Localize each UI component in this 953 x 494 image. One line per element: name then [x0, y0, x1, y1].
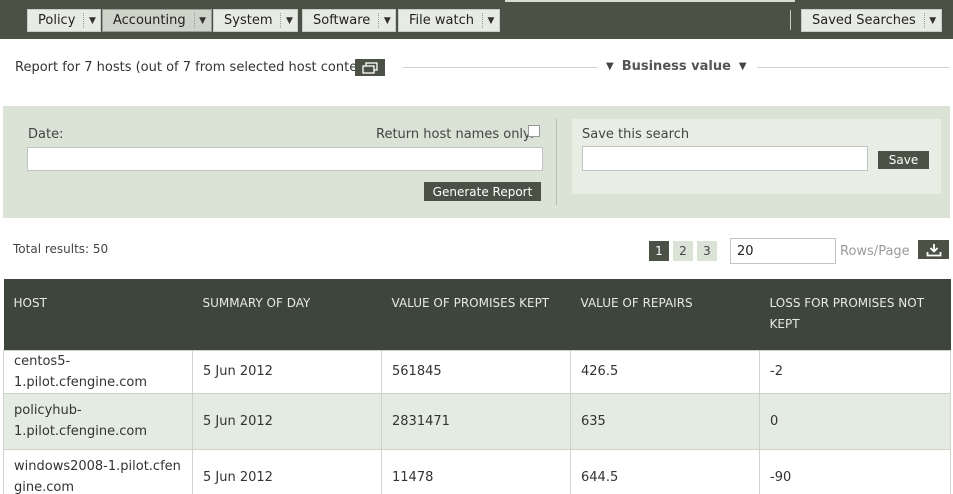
- save-search-input[interactable]: [582, 146, 868, 171]
- table-cell: 11478: [381, 448, 571, 494]
- nav-system-menu[interactable]: System ▼: [213, 9, 299, 32]
- column-header-value-repairs[interactable]: VALUE OF REPAIRS: [570, 279, 760, 350]
- nav-filewatch-menu[interactable]: File watch ▼: [398, 9, 500, 32]
- nav-system-label: System: [214, 13, 282, 28]
- chevron-down-icon[interactable]: ▼: [379, 16, 395, 26]
- table-cell: 0: [759, 392, 951, 450]
- table-cell: 644.5: [570, 448, 760, 494]
- chevron-down-icon[interactable]: ▼: [195, 16, 211, 26]
- page-3-button[interactable]: 3: [697, 241, 717, 261]
- save-search-label: Save this search: [582, 127, 690, 142]
- report-summary: Report for 7 hosts (out of 7 from select…: [15, 60, 375, 75]
- page-2-button[interactable]: 2: [673, 241, 693, 261]
- column-header-loss-not-kept[interactable]: LOSS FOR PROMISES NOT KEPT: [759, 279, 951, 350]
- return-host-names-label: Return host names only:: [376, 127, 535, 142]
- total-results: Total results: 50: [13, 242, 109, 256]
- table-cell: -2: [759, 349, 951, 394]
- chevron-down-icon[interactable]: ▼: [281, 16, 297, 26]
- chevron-down-icon[interactable]: ▼: [84, 16, 100, 26]
- date-label: Date:: [28, 127, 64, 142]
- table-cell: 2831471: [381, 392, 571, 450]
- table-cell: 426.5: [570, 349, 760, 394]
- triangle-down-icon: ▼: [738, 61, 747, 72]
- expand-window-button[interactable]: [355, 59, 385, 76]
- table-cell: policyhub-1.pilot.cfengine.com: [3, 392, 193, 450]
- column-header-summary-of-day[interactable]: SUMMARY OF DAY: [192, 279, 382, 350]
- nav-software-menu[interactable]: Software ▼: [302, 9, 397, 32]
- table-row: centos5-1.pilot.cfengine.com 5 Jun 2012 …: [3, 349, 951, 394]
- expand-window-icon: [362, 61, 378, 74]
- triangle-down-icon: ▼: [606, 61, 614, 72]
- divider-line: [403, 67, 598, 68]
- nav-filewatch-label: File watch: [399, 13, 483, 28]
- table-cell: windows2008-1.pilot.cfengine.com: [3, 448, 193, 494]
- nav-policy-menu[interactable]: Policy ▼: [27, 9, 102, 32]
- save-button[interactable]: Save: [878, 151, 929, 169]
- saved-searches-label: Saved Searches: [802, 13, 925, 28]
- table-cell: centos5-1.pilot.cfengine.com: [3, 349, 193, 394]
- chevron-down-icon[interactable]: ▼: [483, 16, 499, 26]
- nav-software-label: Software: [303, 13, 380, 28]
- table-row: windows2008-1.pilot.cfengine.com 5 Jun 2…: [3, 448, 951, 494]
- nav-policy-label: Policy: [28, 13, 85, 28]
- table-cell: 561845: [381, 349, 571, 394]
- business-value-toggle[interactable]: ▼ Business value ▼: [606, 59, 747, 74]
- business-value-label: Business value: [621, 59, 731, 74]
- report-table: HOST SUMMARY OF DAY VALUE OF PROMISES KE…: [3, 279, 951, 494]
- download-icon: [926, 243, 941, 256]
- divider-line: [757, 67, 950, 68]
- panel-divider: [556, 119, 557, 205]
- table-cell: 635: [570, 392, 760, 450]
- table-cell: 5 Jun 2012: [192, 448, 382, 494]
- rows-per-page-input[interactable]: 20: [730, 238, 836, 264]
- navbar-strip: [505, 0, 795, 2]
- column-header-host[interactable]: HOST: [3, 279, 193, 350]
- chevron-down-icon[interactable]: ▼: [925, 16, 941, 26]
- table-header-row: HOST SUMMARY OF DAY VALUE OF PROMISES KE…: [3, 279, 951, 350]
- rows-per-page-label: Rows/Page: [840, 244, 910, 259]
- nav-accounting-label: Accounting: [103, 13, 195, 28]
- nav-divider: [790, 10, 791, 30]
- nav-accounting-menu[interactable]: Accounting ▼: [102, 9, 212, 32]
- saved-searches-menu[interactable]: Saved Searches ▼: [801, 9, 942, 32]
- page-1-button[interactable]: 1: [649, 241, 669, 261]
- download-button[interactable]: [918, 240, 949, 259]
- generate-report-button[interactable]: Generate Report: [424, 182, 541, 201]
- table-cell: -90: [759, 448, 951, 494]
- table-row: policyhub-1.pilot.cfengine.com 5 Jun 201…: [3, 392, 951, 450]
- column-header-value-kept[interactable]: VALUE OF PROMISES KEPT: [381, 279, 571, 350]
- return-host-names-checkbox[interactable]: [528, 125, 540, 137]
- table-cell: 5 Jun 2012: [192, 392, 382, 450]
- date-input[interactable]: [27, 147, 543, 171]
- table-cell: 5 Jun 2012: [192, 349, 382, 394]
